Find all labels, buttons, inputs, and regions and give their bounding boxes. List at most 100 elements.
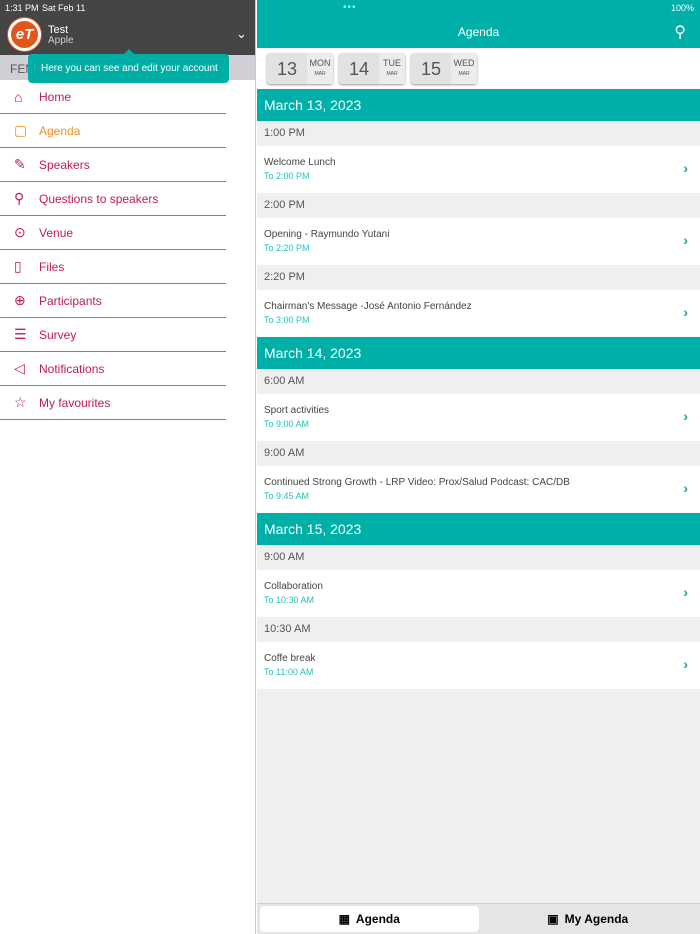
- page-title: Agenda: [457, 25, 500, 39]
- menu-item-notifications[interactable]: ◁ Notifications: [0, 352, 226, 386]
- item-title: Continued Strong Growth - LRP Video: Pro…: [264, 477, 570, 488]
- my-favourites-icon: ☆: [14, 394, 27, 410]
- time-header: 10:30 AM: [257, 617, 700, 642]
- item-title: Sport activities: [264, 405, 330, 416]
- date-chip[interactable]: 15 WED MAR: [411, 53, 477, 84]
- menu-item-survey[interactable]: ☰ Survey: [0, 318, 226, 352]
- agenda-item[interactable]: Collaboration To 10:30 AM ›: [257, 570, 700, 617]
- menu-item-questions-to-speakers[interactable]: ⚲ Questions to speakers: [0, 182, 226, 216]
- day-header: March 13, 2023: [257, 89, 700, 121]
- agenda-item[interactable]: Coffe break To 11:00 AM ›: [257, 642, 700, 689]
- speakers-icon: ✎: [14, 156, 26, 172]
- chevron-down-icon[interactable]: ⌄: [236, 26, 247, 42]
- account-org: Apple: [48, 35, 74, 46]
- date-selector: 13 MON MAR 14 TUE MAR 15 WED MAR: [257, 48, 700, 89]
- menu-item-label: Agenda: [39, 123, 81, 138]
- date-chip[interactable]: 13 MON MAR: [267, 53, 333, 84]
- tab-label: Agenda: [355, 912, 400, 926]
- menu-item-label: Notifications: [39, 361, 105, 376]
- menu-item-label: Speakers: [39, 157, 90, 172]
- item-title: Opening - Raymundo Yutani: [264, 229, 390, 240]
- item-end-time: To 9:45 AM: [264, 491, 310, 501]
- notifications-icon: ◁: [14, 360, 25, 376]
- menu-item-label: Venue: [39, 225, 74, 240]
- date-weekday: WED MAR: [451, 53, 477, 84]
- top-bar: ••• 100% Agenda ⚲: [257, 0, 700, 48]
- chevron-right-icon: ›: [683, 480, 688, 496]
- time-header: 6:00 AM: [257, 369, 700, 394]
- agenda-item[interactable]: Welcome Lunch To 2:00 PM ›: [257, 146, 700, 193]
- menu-item-label: Home: [39, 89, 72, 104]
- calendar-icon: ▦: [338, 912, 350, 926]
- item-title: Welcome Lunch: [264, 157, 336, 168]
- agenda-item[interactable]: Chairman's Message -José Antonio Fernánd…: [257, 290, 700, 337]
- venue-icon: ⊙: [14, 224, 26, 240]
- chevron-right-icon: ›: [683, 304, 688, 320]
- account-tooltip: Here you can see and edit your account: [28, 49, 229, 83]
- menu-item-label: Participants: [39, 293, 102, 308]
- chevron-right-icon: ›: [683, 160, 688, 176]
- battery-status: 100%: [670, 3, 694, 13]
- chevron-right-icon: ›: [683, 656, 688, 672]
- date-day: 13: [276, 59, 298, 79]
- menu-item-home[interactable]: ⌂ Home: [0, 80, 226, 114]
- item-end-time: To 2:20 PM: [264, 243, 310, 253]
- account-header[interactable]: 1:31 PM Sat Feb 11 eT Test Apple ⌄: [0, 0, 255, 55]
- menu-item-speakers[interactable]: ✎ Speakers: [0, 148, 226, 182]
- date-month: MAR: [386, 71, 398, 77]
- item-end-time: To 11:00 AM: [264, 667, 314, 677]
- date-day: 15: [420, 59, 442, 79]
- side-menu: 1:31 PM Sat Feb 11 eT Test Apple ⌄ FEM ⌂…: [0, 0, 256, 934]
- app-logo: eT: [8, 18, 41, 51]
- participants-icon: ⊕: [14, 292, 26, 308]
- menu-item-participants[interactable]: ⊕ Participants: [0, 284, 226, 318]
- agenda-icon: ▢: [14, 122, 28, 138]
- agenda-list: March 13, 2023 1:00 PM Welcome Lunch To 2:0…: [257, 89, 700, 689]
- item-title: Chairman's Message -José Antonio Fernánd…: [264, 301, 472, 312]
- item-end-time: To 10:30 AM: [264, 595, 315, 605]
- bottom-tabs: ▦ Agenda ▣ My Agenda: [257, 903, 700, 934]
- agenda-item[interactable]: Opening - Raymundo Yutani To 2:20 PM ›: [257, 218, 700, 265]
- chevron-right-icon: ›: [683, 408, 688, 424]
- menu-item-my-favourites[interactable]: ☆ My favourites: [0, 386, 226, 420]
- chevron-right-icon: ›: [683, 584, 688, 600]
- home-icon: ⌂: [14, 88, 23, 105]
- date-day: 14: [348, 59, 370, 79]
- questions-to-speakers-icon: ⚲: [14, 190, 25, 206]
- chevron-right-icon: ›: [683, 232, 688, 248]
- tab-label: My Agenda: [564, 912, 629, 926]
- my-agenda-icon: ▣: [547, 912, 559, 926]
- menu-item-files[interactable]: ▯ Files: [0, 250, 226, 284]
- item-end-time: To 9:00 AM: [264, 419, 310, 429]
- menu-item-label: My favourites: [39, 395, 111, 410]
- search-icon[interactable]: ⚲: [674, 22, 686, 42]
- menu-item-label: Survey: [39, 327, 77, 342]
- time-header: 9:00 AM: [257, 545, 700, 570]
- multitask-dots[interactable]: •••: [343, 2, 357, 13]
- agenda-item[interactable]: Sport activities To 9:00 AM ›: [257, 394, 700, 441]
- agenda-pane: ••• 100% Agenda ⚲ 13 MON MAR 14 TUE MAR 15 WED M…: [257, 0, 700, 934]
- menu-item-label: Questions to speakers: [39, 191, 159, 206]
- status-date: Sat Feb 11: [42, 3, 86, 13]
- day-header: March 14, 2023: [257, 337, 700, 369]
- menu-item-venue[interactable]: ⊙ Venue: [0, 216, 226, 250]
- date-weekday: TUE MAR: [379, 53, 405, 84]
- tab-agenda[interactable]: ▦ Agenda: [260, 906, 479, 932]
- date-month: MAR: [458, 71, 470, 77]
- time-header: 1:00 PM: [257, 121, 700, 146]
- agenda-item[interactable]: Continued Strong Growth - LRP Video: Pro…: [257, 466, 700, 513]
- item-title: Collaboration: [264, 581, 323, 592]
- date-month: MAR: [314, 71, 326, 77]
- date-chip[interactable]: 14 TUE MAR: [339, 53, 405, 84]
- menu-list: ⌂ Home ▢ Agenda ✎ Speakers ⚲ Questions to speak…: [0, 80, 255, 420]
- tab-my-agenda[interactable]: ▣ My Agenda: [479, 906, 698, 932]
- time-header: 2:00 PM: [257, 193, 700, 218]
- menu-item-agenda[interactable]: ▢ Agenda: [0, 114, 226, 148]
- item-title: Coffe break: [264, 653, 316, 664]
- survey-icon: ☰: [14, 326, 27, 342]
- date-weekday: MON MAR: [307, 53, 333, 84]
- day-header: March 15, 2023: [257, 513, 700, 545]
- item-end-time: To 3:00 PM: [264, 315, 310, 325]
- time-header: 9:00 AM: [257, 441, 700, 466]
- time-header: 2:20 PM: [257, 265, 700, 290]
